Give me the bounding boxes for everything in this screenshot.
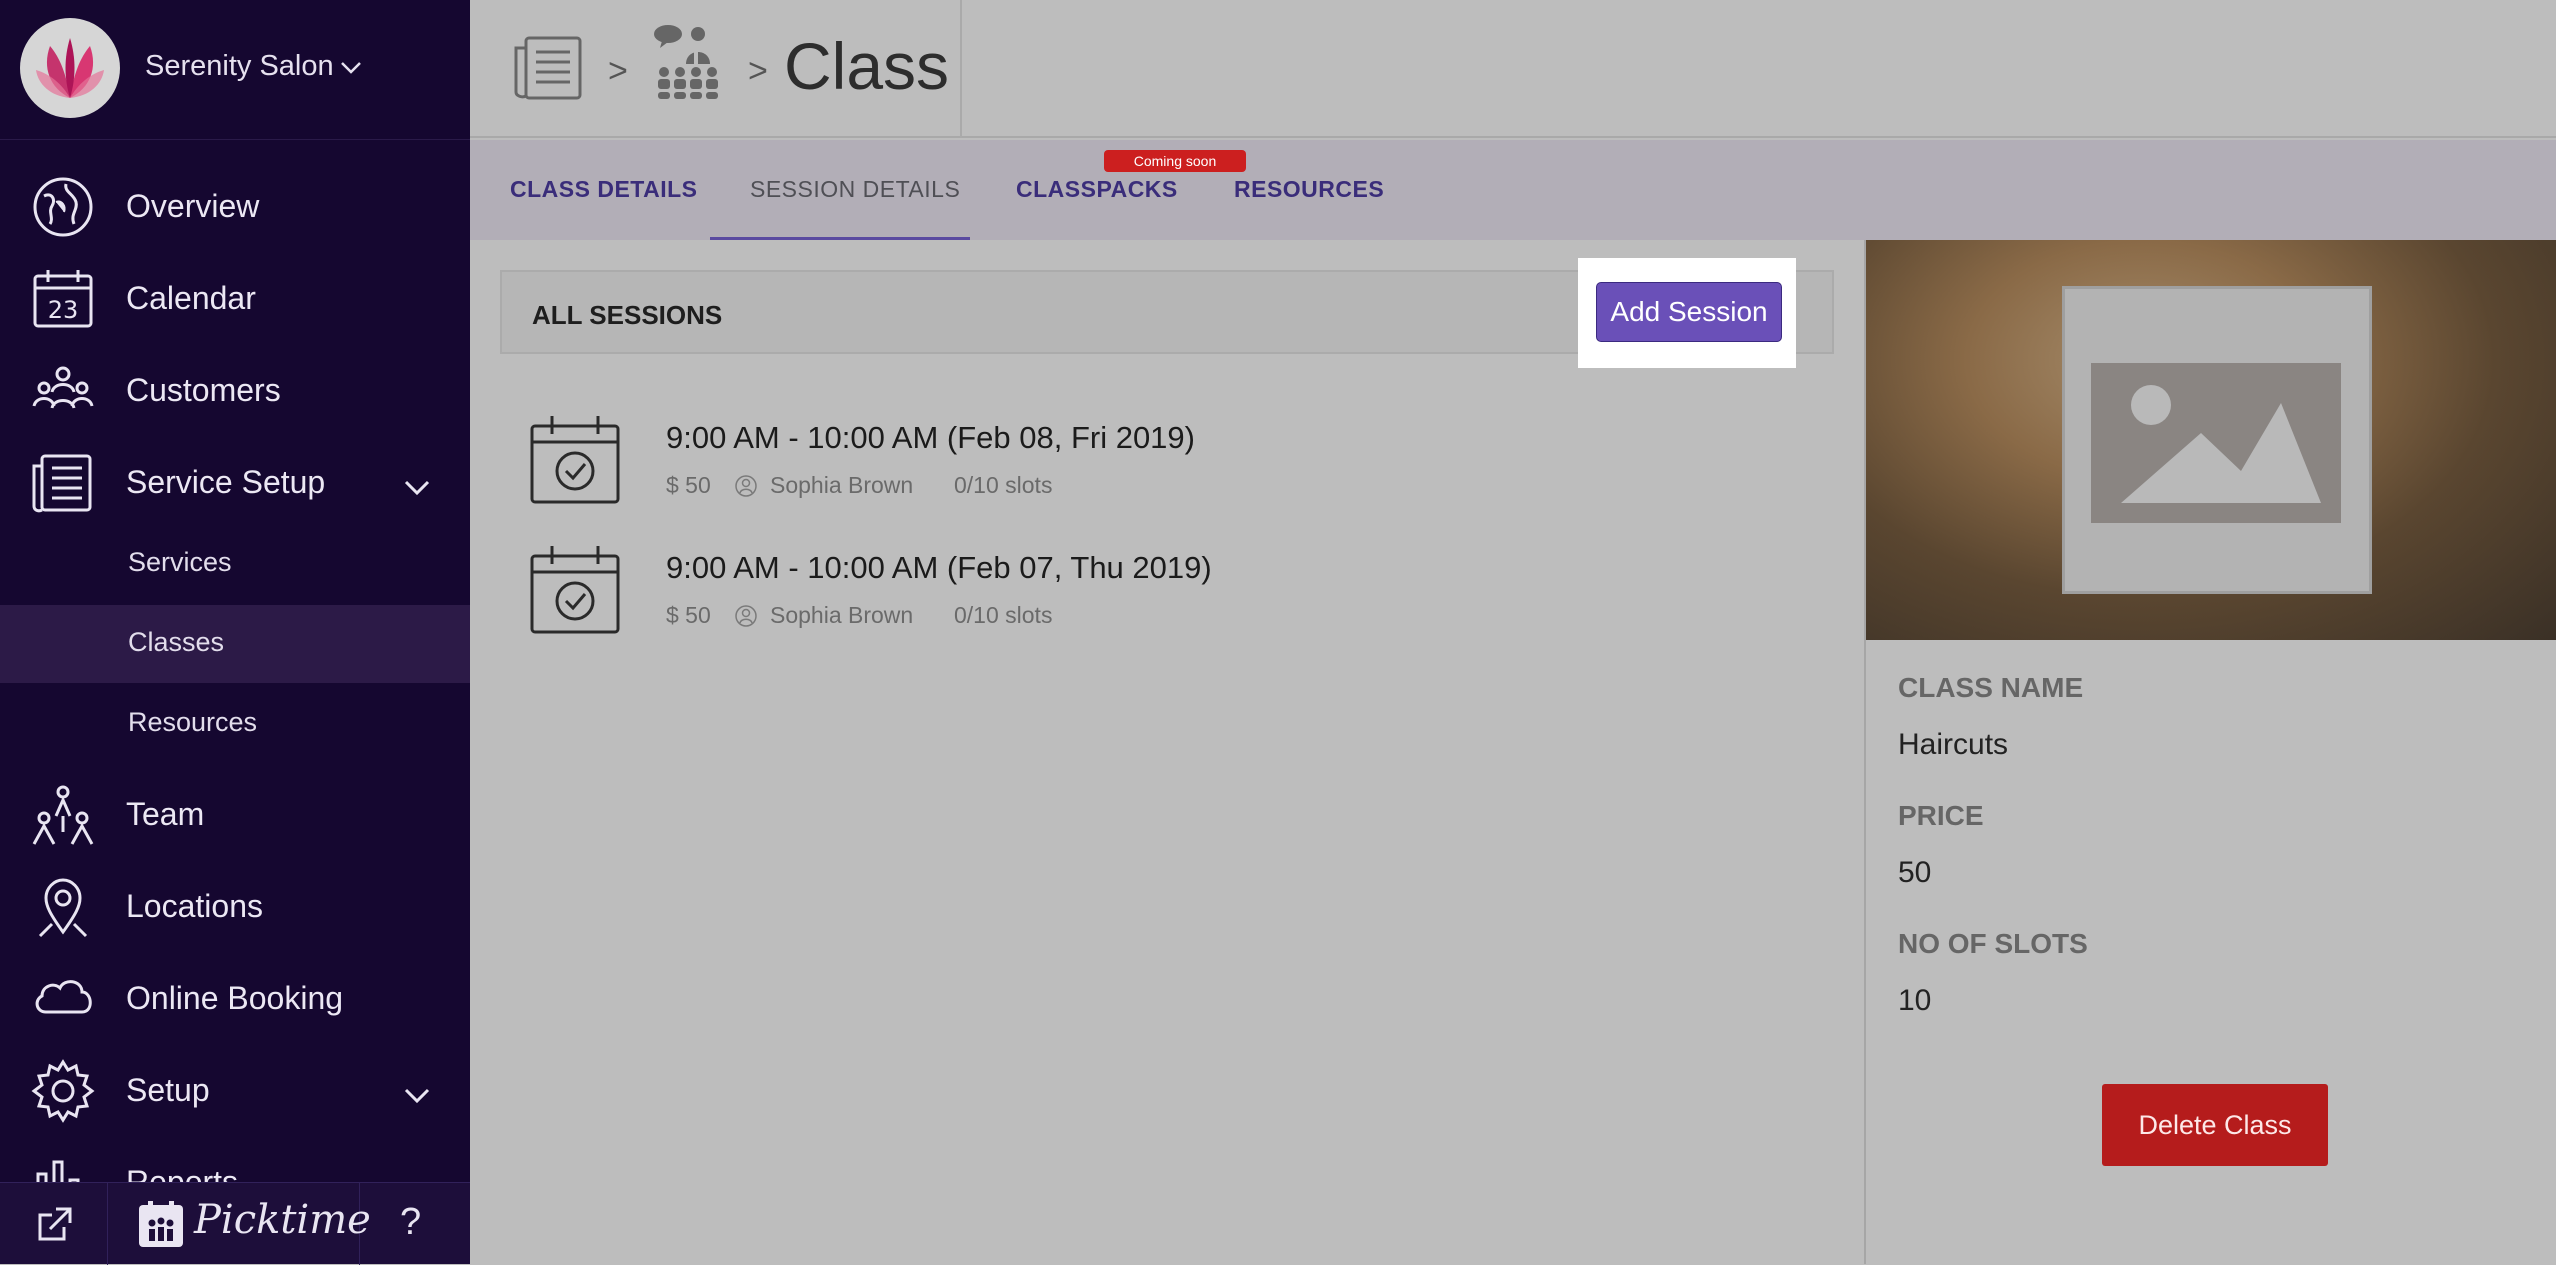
cloud-icon	[35, 980, 92, 1014]
active-tab-indicator	[710, 237, 970, 240]
class-name-label: CLASS NAME	[1898, 672, 2084, 703]
brand-selector[interactable]: Serenity Salon	[0, 0, 470, 140]
header-divider	[960, 0, 962, 138]
sidebar-item-overview[interactable]: Overview	[0, 166, 470, 246]
session-item[interactable]: 9:00 AM - 10:00 AM (Feb 08, Fri 2019) $ …	[520, 412, 1820, 522]
tab-label: CLASS DETAILS	[510, 176, 698, 202]
sidebar-item-label: Overview	[126, 188, 260, 224]
sidebar-subitem-classes[interactable]: Classes	[0, 605, 470, 683]
sidebar-item-label: Online Booking	[126, 980, 344, 1016]
calendar-check-icon	[530, 416, 620, 504]
sidebar-subitem-services[interactable]: Services	[0, 525, 470, 603]
class-info-panel: CLASS NAME Haircuts PRICE 50 NO OF SLOTS…	[1864, 240, 2556, 1264]
picktime-logo[interactable]: Picktime	[108, 1183, 371, 1265]
sidebar-item-setup[interactable]: Setup	[0, 1050, 470, 1130]
page-title: Class	[784, 29, 950, 103]
location-pin-icon	[38, 878, 88, 938]
class-cover-image[interactable]	[1866, 240, 2556, 640]
image-placeholder-icon	[2091, 363, 2341, 523]
customers-icon	[32, 366, 94, 409]
slots-label: NO OF SLOTS	[1898, 928, 2088, 959]
price-value: 50	[1898, 856, 1932, 889]
price-label: PRICE	[1898, 800, 1984, 831]
tab-session-details[interactable]: SESSION DETAILS	[710, 140, 970, 240]
tab-resources[interactable]: RESOURCES	[1190, 140, 1390, 240]
tab-label: CLASSPACKS	[1016, 176, 1178, 202]
chevron-down-icon	[341, 62, 361, 74]
sidebar-subitem-label: Resources	[128, 707, 258, 737]
image-placeholder	[2062, 286, 2372, 594]
sidebar-item-customers[interactable]: Customers	[0, 350, 470, 430]
add-session-button[interactable]: Add Session	[1596, 282, 1782, 342]
sidebar-item-label: Locations	[126, 888, 263, 924]
external-link-button[interactable]	[0, 1183, 108, 1265]
tab-bar: CLASS DETAILS SESSION DETAILS CLASSPACKS…	[470, 140, 2556, 240]
class-presenter-icon[interactable]	[650, 24, 722, 100]
sidebar-item-label: Setup	[126, 1072, 210, 1108]
sidebar-item-label: Team	[126, 796, 205, 832]
session-staff: Sophia Brown	[770, 472, 914, 498]
session-time: 9:00 AM - 10:00 AM (Feb 07, Thu 2019)	[666, 550, 1212, 585]
tab-label: SESSION DETAILS	[750, 176, 961, 202]
sidebar-subitem-resources[interactable]: Resources	[0, 685, 470, 763]
breadcrumb-separator: >	[748, 52, 768, 90]
sidebar-subitem-label: Classes	[128, 627, 225, 657]
person-icon	[735, 475, 757, 497]
service-list-icon	[32, 454, 92, 513]
session-time: 9:00 AM - 10:00 AM (Feb 08, Fri 2019)	[666, 420, 1195, 455]
picktime-wordmark: Picktime	[194, 1197, 371, 1243]
add-session-highlight: Add Session	[1578, 258, 1796, 368]
help-icon: ?	[400, 1201, 422, 1243]
page-header: > > Class	[470, 0, 2556, 138]
salon-logo	[20, 18, 120, 118]
session-staff: Sophia Brown	[770, 602, 914, 628]
sidebar: Serenity Salon Overview 23 Calendar Cust…	[0, 0, 470, 1265]
gear-icon	[31, 1059, 95, 1123]
tab-label: RESOURCES	[1234, 176, 1385, 202]
delete-class-button[interactable]: Delete Class	[2102, 1084, 2328, 1166]
session-slots: 0/10 slots	[954, 602, 1053, 628]
person-icon	[735, 605, 757, 627]
calendar-icon: 23	[33, 270, 93, 328]
sidebar-item-locations[interactable]: Locations	[0, 866, 470, 946]
session-price: $ 50	[666, 472, 711, 498]
sidebar-item-label: Calendar	[126, 280, 256, 316]
session-slots: 0/10 slots	[954, 472, 1053, 498]
breadcrumb-separator: >	[608, 52, 628, 90]
salon-name: Serenity Salon	[145, 50, 334, 82]
tab-class-details[interactable]: CLASS DETAILS	[470, 140, 710, 240]
class-name-value: Haircuts	[1898, 728, 2009, 761]
sidebar-item-label: Service Setup	[126, 464, 326, 500]
sidebar-item-online-booking[interactable]: Online Booking	[0, 958, 470, 1038]
sidebar-item-service-setup[interactable]: Service Setup	[0, 442, 470, 522]
session-item[interactable]: 9:00 AM - 10:00 AM (Feb 07, Thu 2019) $ …	[520, 542, 1820, 652]
calendar-day: 23	[48, 296, 79, 324]
session-price: $ 50	[666, 602, 711, 628]
slots-value: 10	[1898, 984, 1932, 1017]
chevron-down-icon	[404, 1088, 430, 1104]
team-icon	[32, 785, 94, 845]
globe-icon	[33, 177, 93, 237]
sidebar-item-label: Customers	[126, 372, 281, 408]
sidebar-item-team[interactable]: Team	[0, 774, 470, 854]
picktime-calendar-icon	[139, 1201, 183, 1247]
calendar-check-icon	[530, 546, 620, 634]
sidebar-subitem-label: Services	[128, 547, 232, 577]
external-link-icon	[38, 1207, 72, 1241]
service-list-icon[interactable]	[512, 34, 584, 102]
section-title: ALL SESSIONS	[532, 300, 723, 330]
help-button[interactable]: ?	[360, 1183, 470, 1265]
sidebar-item-calendar[interactable]: 23 Calendar	[0, 258, 470, 338]
chevron-down-icon	[404, 480, 430, 496]
sidebar-footer: Picktime ?	[0, 1182, 470, 1265]
